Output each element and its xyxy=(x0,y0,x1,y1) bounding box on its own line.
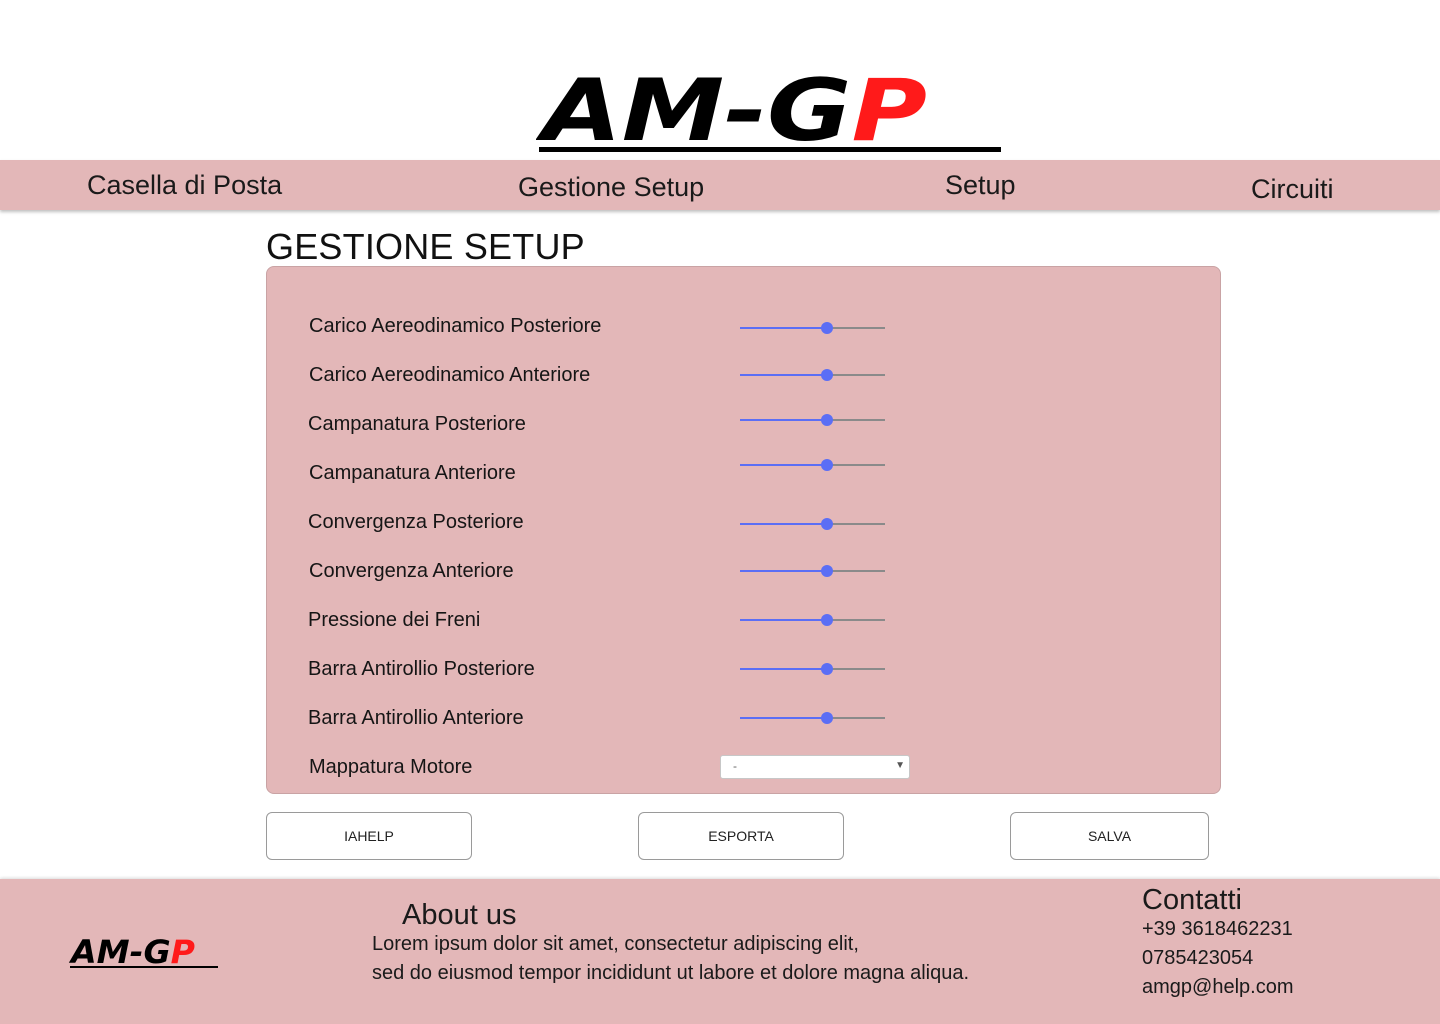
setup-panel: Carico Aereodinamico Posteriore Carico A… xyxy=(266,266,1221,794)
rear-antiroll-bar-slider[interactable] xyxy=(740,662,885,676)
page-title: GESTIONE SETUP xyxy=(266,226,585,267)
contact-email[interactable]: amgp@help.com xyxy=(1142,976,1293,999)
slider-thumb[interactable] xyxy=(821,712,833,724)
save-button[interactable]: SALVA xyxy=(1010,812,1209,860)
front-downforce-slider[interactable] xyxy=(740,368,885,382)
contacts-title: Contatti xyxy=(1142,884,1242,916)
engine-map-label: Mappatura Motore xyxy=(309,756,473,778)
slider-thumb[interactable] xyxy=(821,414,833,426)
front-camber-slider[interactable] xyxy=(740,458,885,472)
about-us-title: About us xyxy=(402,899,517,931)
setup-label: Convergenza Anteriore xyxy=(309,560,514,582)
setup-label: Carico Aereodinamico Anteriore xyxy=(309,364,591,386)
setup-label: Campanatura Anteriore xyxy=(309,462,516,484)
rear-toe-slider[interactable] xyxy=(740,517,885,531)
contact-phone-1: +39 3618462231 xyxy=(1142,918,1293,940)
engine-map-select[interactable]: - ▼ xyxy=(720,755,910,779)
nav-item-casella-di-posta[interactable]: Casella di Posta xyxy=(87,170,282,201)
setup-label: Carico Aereodinamico Posteriore xyxy=(309,315,602,337)
setup-label: Convergenza Posteriore xyxy=(308,511,524,533)
about-us-text-line-2: sed do eiusmod tempor incididunt ut labo… xyxy=(372,962,970,984)
svg-text:AM-GP: AM-G P xyxy=(68,935,196,971)
nav-item-setup[interactable]: Setup xyxy=(945,170,1016,201)
setup-label: Pressione dei Freni xyxy=(308,609,481,631)
setup-label: Campanatura Posteriore xyxy=(308,413,526,435)
nav-item-circuiti[interactable]: Circuiti xyxy=(1251,174,1334,205)
brake-pressure-slider[interactable] xyxy=(740,613,885,627)
slider-thumb[interactable] xyxy=(821,565,833,577)
rear-camber-slider[interactable] xyxy=(740,413,885,427)
svg-text:AM-GP: AM-G P xyxy=(536,70,927,156)
about-us-text-line-1: Lorem ipsum dolor sit amet, consectetur … xyxy=(372,933,859,955)
front-antiroll-bar-slider[interactable] xyxy=(740,711,885,725)
amgp-logo: AM-G P xyxy=(536,70,1001,156)
amgp-footer-logo: AM-G P xyxy=(68,935,218,971)
contact-phone-2: 0785423054 xyxy=(1142,947,1254,969)
main-navbar: Casella di Posta Gestione Setup Setup Ci… xyxy=(0,160,1440,210)
slider-thumb[interactable] xyxy=(821,459,833,471)
rear-downforce-slider[interactable] xyxy=(740,321,885,335)
slider-thumb[interactable] xyxy=(821,322,833,334)
footer: AM-G P About us Lorem ipsum dolor sit ame… xyxy=(0,879,1440,1024)
setup-label: Barra Antirollio Anteriore xyxy=(308,707,524,729)
setup-label: Barra Antirollio Posteriore xyxy=(308,658,535,680)
iahelp-button[interactable]: IAHELP xyxy=(266,812,472,860)
export-button[interactable]: ESPORTA xyxy=(638,812,844,860)
slider-thumb[interactable] xyxy=(821,614,833,626)
slider-thumb[interactable] xyxy=(821,369,833,381)
slider-thumb[interactable] xyxy=(821,663,833,675)
front-toe-slider[interactable] xyxy=(740,564,885,578)
engine-map-value: - xyxy=(733,759,737,773)
nav-item-gestione-setup[interactable]: Gestione Setup xyxy=(518,172,704,203)
slider-thumb[interactable] xyxy=(821,518,833,530)
chevron-down-icon: ▼ xyxy=(895,760,905,771)
